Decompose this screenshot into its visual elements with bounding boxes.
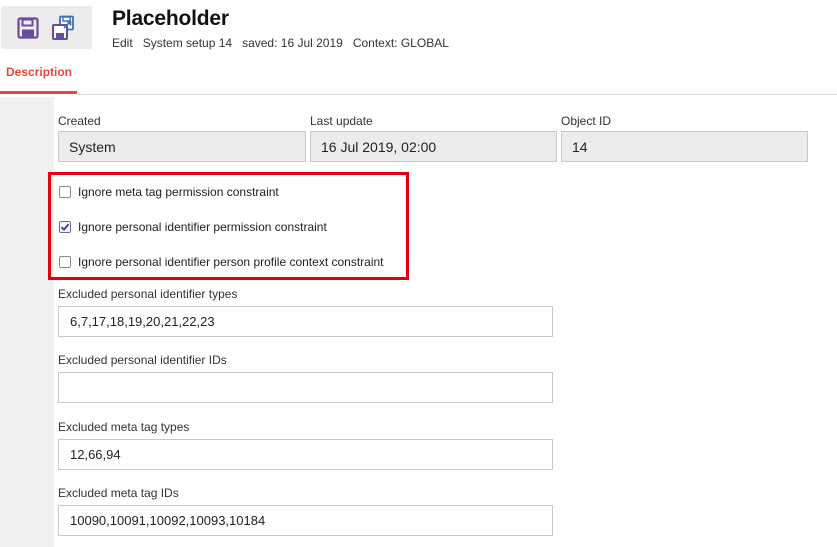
save-as-button[interactable] <box>46 10 82 46</box>
save-button[interactable] <box>10 10 46 46</box>
excluded-pi-types-input[interactable]: 6,7,17,18,19,20,21,22,23 <box>58 306 553 337</box>
created-field: System <box>58 131 306 162</box>
checkbox-label: Ignore personal identifier permission co… <box>78 220 327 234</box>
checkbox-label: Ignore meta tag permission constraint <box>78 185 279 199</box>
created-label: Created <box>58 114 101 128</box>
side-gutter <box>0 97 54 547</box>
checkbox-ignore-meta-tag-permission[interactable] <box>59 186 71 198</box>
meta-mode: Edit <box>112 36 133 50</box>
checkbox-ignore-person-profile-context[interactable] <box>59 256 71 268</box>
last-update-field: 16 Jul 2019, 02:00 <box>310 131 557 162</box>
excluded-meta-tag-ids-input[interactable]: 10090,10091,10092,10093,10184 <box>58 505 553 536</box>
last-update-label: Last update <box>310 114 373 128</box>
tab-description-label: Description <box>6 65 73 79</box>
page-meta: Edit System setup 14 saved: 16 Jul 2019 … <box>112 36 449 50</box>
object-id-label: Object ID <box>561 114 612 128</box>
excluded-pi-ids-input[interactable] <box>58 372 553 403</box>
tab-active-indicator <box>0 91 77 94</box>
meta-setup: System setup 14 <box>142 36 233 50</box>
object-id-field: 14 <box>561 131 808 162</box>
save-as-icon <box>52 15 74 40</box>
checkbox-row-person-profile-context[interactable]: Ignore personal identifier person profil… <box>59 255 384 269</box>
excluded-pi-types-label: Excluded personal identifier types <box>58 287 238 301</box>
checkbox-ignore-personal-identifier-permission[interactable] <box>59 221 71 233</box>
checkbox-label: Ignore personal identifier person profil… <box>78 255 384 269</box>
tab-divider <box>77 94 837 95</box>
save-icon <box>17 16 39 39</box>
tab-description[interactable]: Description <box>0 65 77 94</box>
excluded-meta-tag-types-input[interactable]: 12,66,94 <box>58 439 553 470</box>
checkbox-row-meta-tag-permission[interactable]: Ignore meta tag permission constraint <box>59 185 279 199</box>
meta-saved: saved: 16 Jul 2019 <box>242 36 343 50</box>
page-title: Placeholder <box>112 7 229 30</box>
toolbar <box>1 6 92 49</box>
excluded-meta-tag-types-label: Excluded meta tag types <box>58 420 190 434</box>
meta-context: Context: GLOBAL <box>352 36 449 50</box>
excluded-meta-tag-ids-label: Excluded meta tag IDs <box>58 486 179 500</box>
checkmark-icon <box>60 223 70 231</box>
excluded-pi-ids-label: Excluded personal identifier IDs <box>58 353 227 367</box>
checkbox-row-personal-identifier-permission[interactable]: Ignore personal identifier permission co… <box>59 220 327 234</box>
